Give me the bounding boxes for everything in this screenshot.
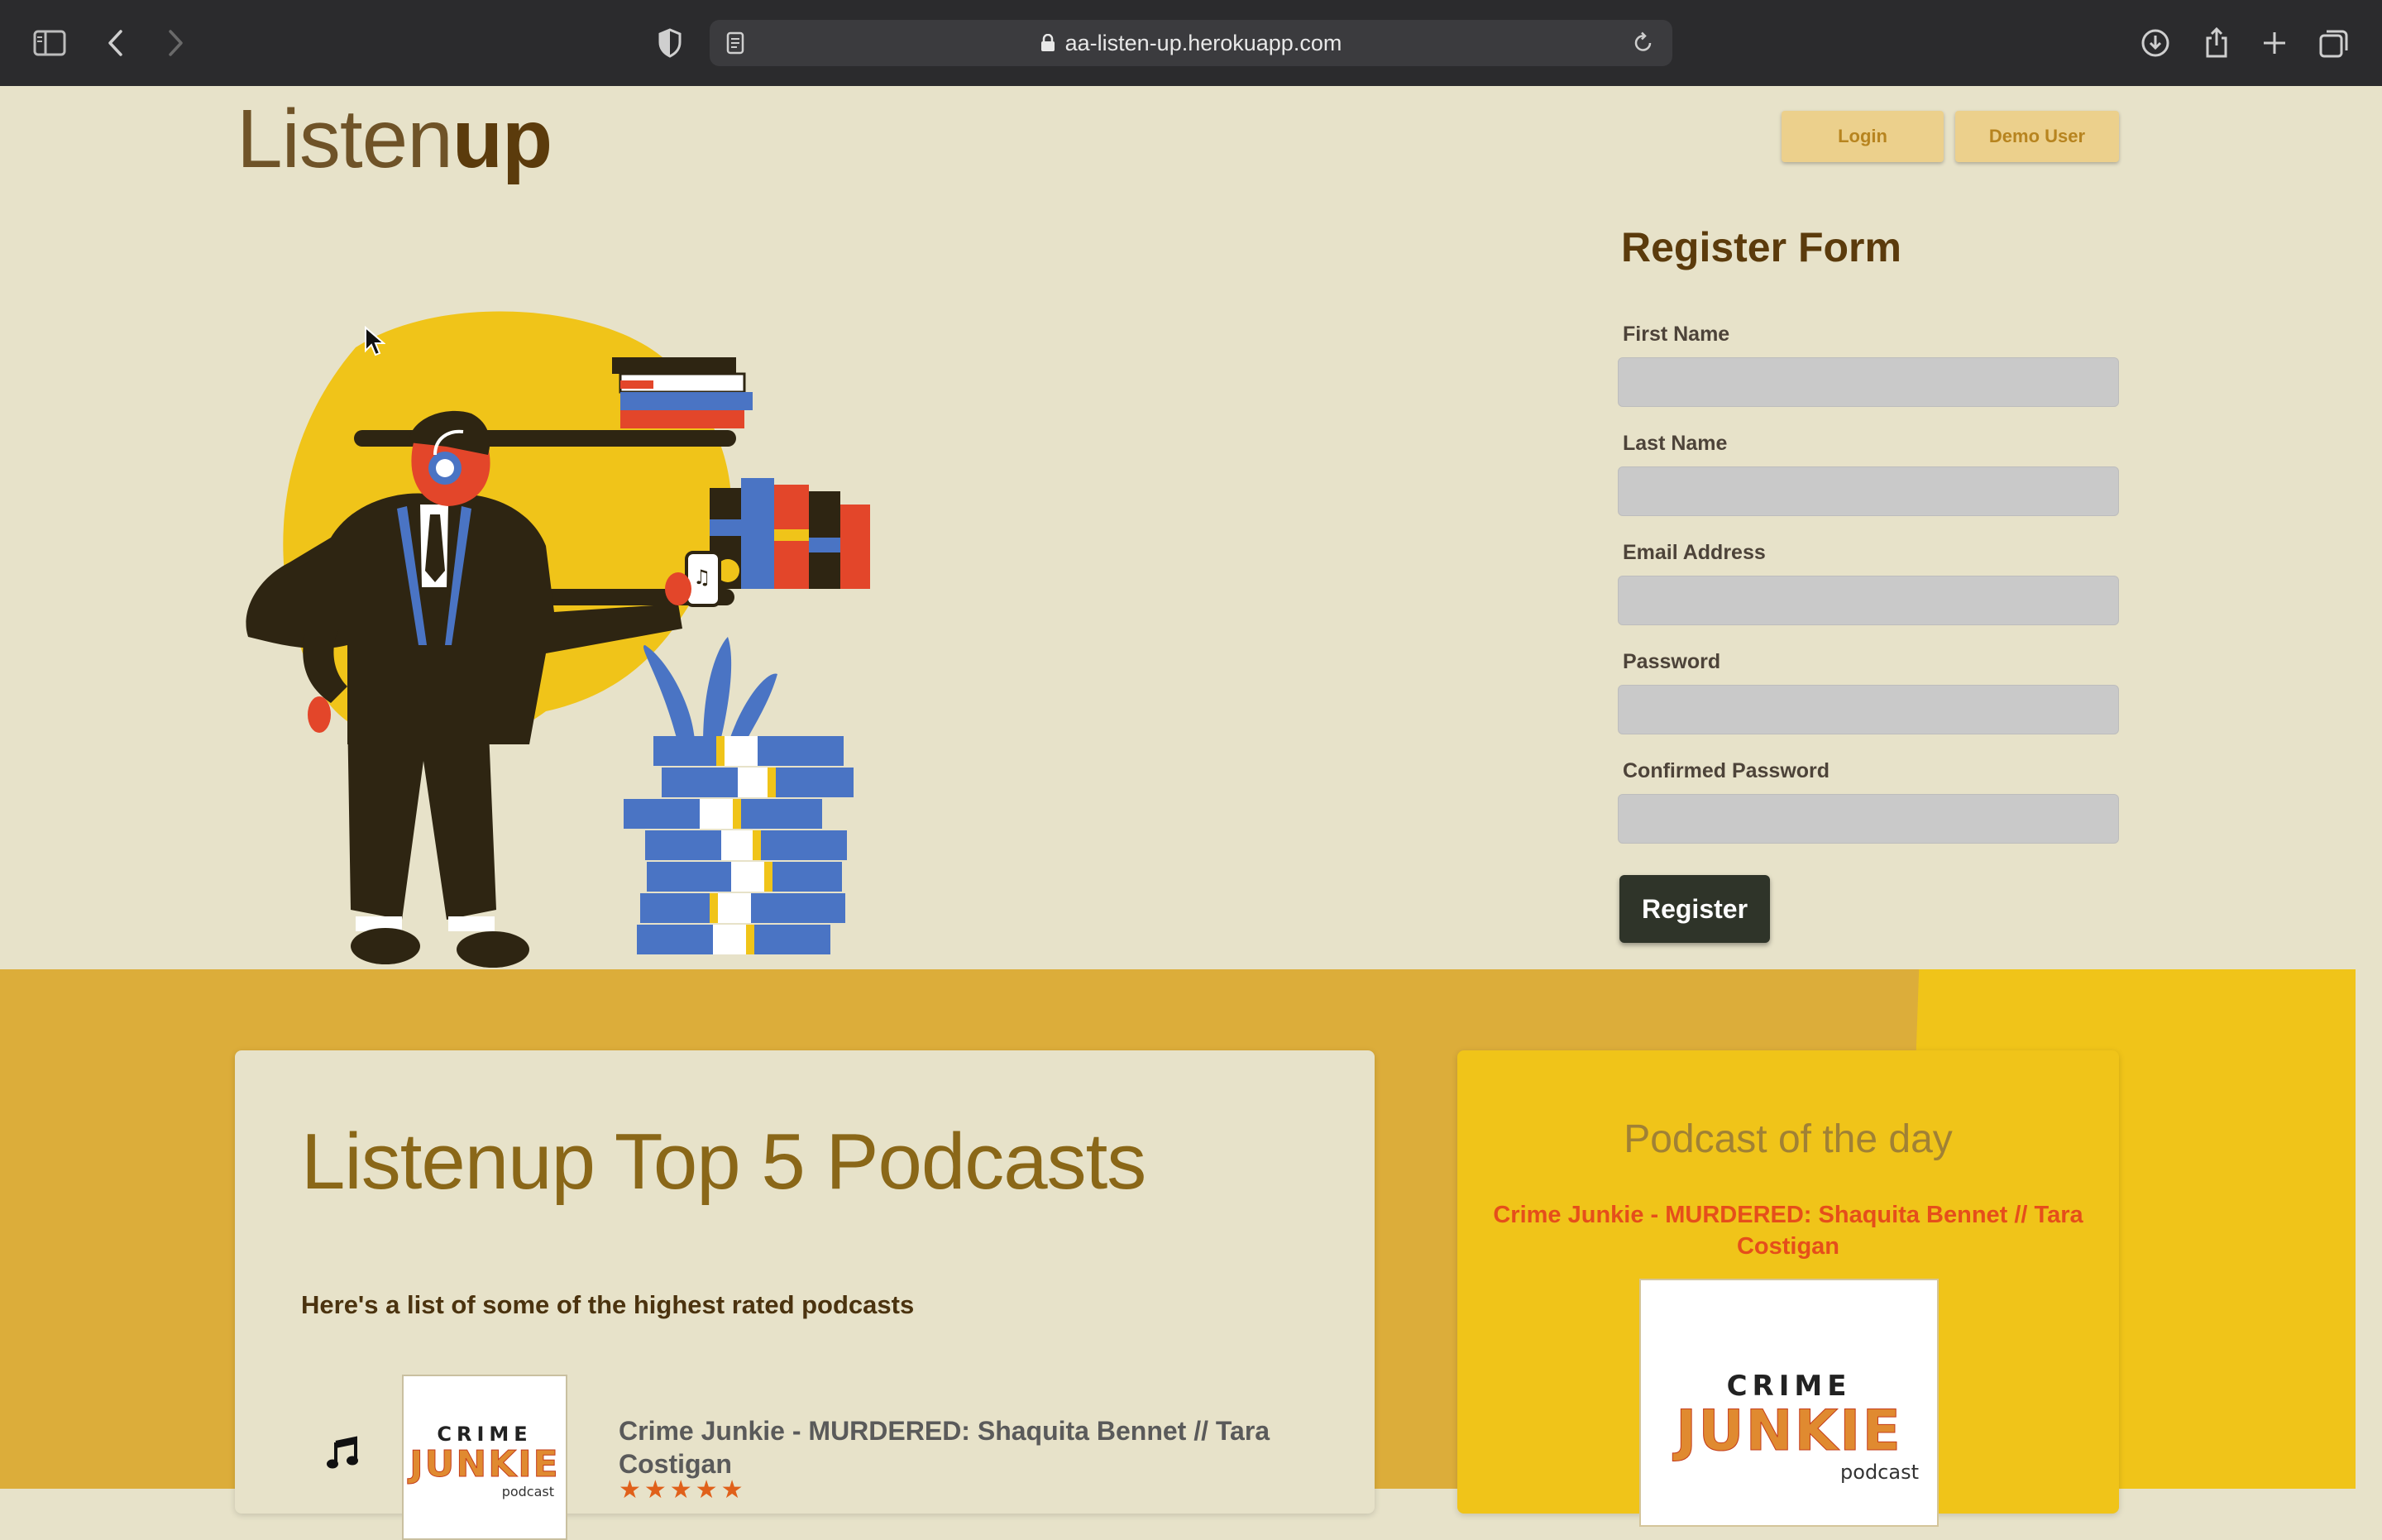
login-button[interactable]: Login — [1782, 111, 1944, 162]
podcast-of-the-day-card: Podcast of the day Crime Junkie - MURDER… — [1457, 1050, 2119, 1527]
music-note-icon[interactable] — [326, 1436, 361, 1471]
svg-text:♫: ♫ — [693, 566, 711, 589]
top5-card: Listenup Top 5 Podcasts Here's a list of… — [235, 1050, 1375, 1540]
browser-toolbar: aa-listen-up.herokuapp.com — [0, 0, 2382, 87]
podcast-title-link[interactable]: Crime Junkie - MURDERED: Shaquita Bennet… — [619, 1414, 1280, 1480]
privacy-shield-icon[interactable] — [650, 23, 690, 63]
last-name-input[interactable] — [1618, 466, 2119, 516]
star-rating: ★★★★★ — [619, 1476, 747, 1504]
forward-icon[interactable] — [155, 23, 195, 63]
top5-title: Listenup Top 5 Podcasts — [301, 1117, 1146, 1206]
address-bar[interactable]: aa-listen-up.herokuapp.com — [710, 20, 1672, 66]
lock-icon — [1040, 33, 1055, 52]
confirm-password-input[interactable] — [1618, 794, 2119, 844]
url-text: aa-listen-up.herokuapp.com — [1064, 31, 1342, 55]
reload-icon[interactable] — [1633, 31, 1654, 55]
register-form-title: Register Form — [1621, 224, 1901, 270]
tabs-overview-icon[interactable] — [2314, 23, 2354, 63]
share-icon[interactable] — [2197, 23, 2236, 63]
new-tab-icon[interactable] — [2255, 23, 2294, 63]
password-input[interactable] — [1618, 685, 2119, 734]
email-label: Email Address — [1623, 541, 1766, 564]
potd-podcast-link[interactable]: Crime Junkie - MURDERED: Shaquita Bennet… — [1490, 1199, 2086, 1262]
mouse-cursor-icon — [365, 326, 385, 356]
podcast-cover-thumbnail[interactable]: CRIME JUNKIE podcast — [402, 1375, 567, 1540]
confirm-password-label: Confirmed Password — [1623, 759, 1830, 782]
sidebar-icon[interactable] — [30, 23, 69, 63]
top5-subtitle: Here's a list of some of the highest rat… — [301, 1290, 915, 1319]
last-name-label: Last Name — [1623, 432, 1728, 455]
site-logo[interactable]: Listenup — [237, 98, 552, 180]
hero-illustration: ♫ — [246, 311, 870, 968]
download-icon[interactable] — [2136, 23, 2175, 63]
register-button[interactable]: Register — [1619, 875, 1770, 943]
email-input[interactable] — [1618, 576, 2119, 625]
scroll-gutter — [2356, 86, 2382, 1489]
first-name-label: First Name — [1623, 323, 1730, 346]
back-icon[interactable] — [96, 23, 136, 63]
demo-user-button[interactable]: Demo User — [1955, 111, 2119, 162]
first-name-input[interactable] — [1618, 357, 2119, 407]
potd-title: Podcast of the day — [1624, 1117, 1953, 1161]
potd-cover-image[interactable]: CRIME JUNKIE podcast — [1639, 1279, 1939, 1527]
password-label: Password — [1623, 650, 1721, 673]
